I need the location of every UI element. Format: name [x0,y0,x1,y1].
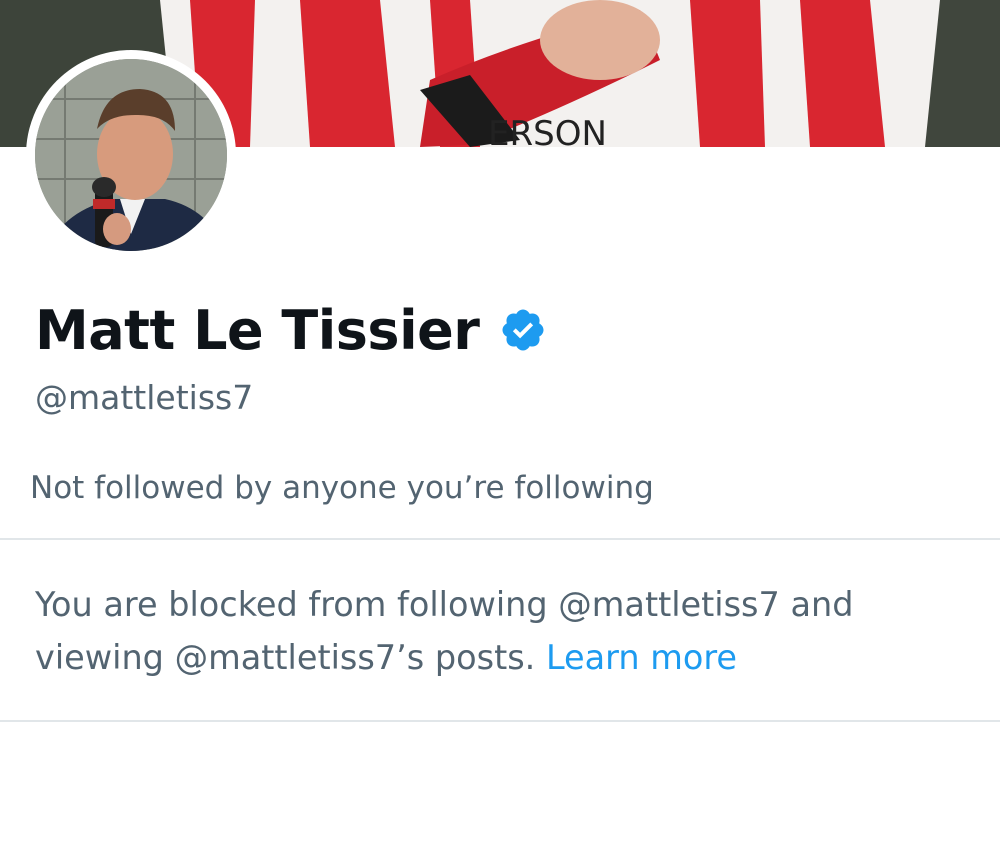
blocked-notice: You are blocked from following @mattleti… [35,578,975,684]
display-name: Matt Le Tissier [35,298,480,362]
divider [0,538,1000,540]
banner-shirt-text: ERSON [488,114,607,147]
profile-handle: @mattletiss7 [35,378,254,417]
avatar-image [35,59,227,251]
profile-name-row: Matt Le Tissier [35,292,547,368]
followers-you-know-note[interactable]: Not followed by anyone you’re following [30,470,654,506]
verified-badge-icon[interactable] [499,306,547,354]
avatar[interactable] [26,50,236,260]
divider [0,720,1000,722]
learn-more-link[interactable]: Learn more [546,638,737,677]
profile-page: ERSON Matt Le Tissier @mattletiss7 Not f… [0,0,1000,867]
